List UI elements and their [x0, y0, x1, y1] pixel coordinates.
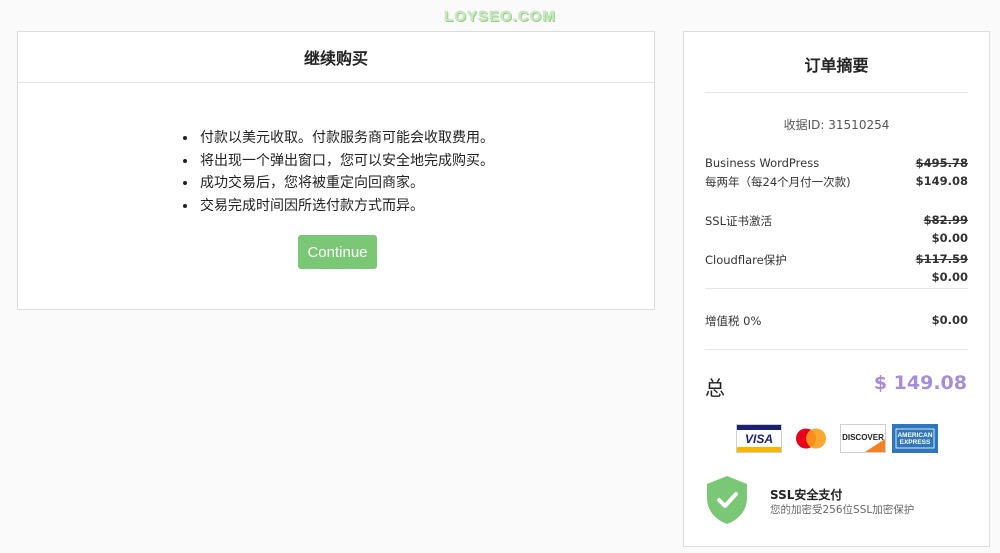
item-price: $0.00: [931, 231, 968, 245]
ssl-description: 您的加密受256位SSL加密保护: [770, 504, 915, 516]
tax-line: 增值税 0% $0.00: [705, 313, 968, 329]
svg-text:AMERICAN: AMERICAN: [897, 432, 932, 439]
item-name: SSL证书激活: [705, 214, 773, 228]
item-price: $0.00: [931, 270, 968, 284]
line-item-name: Business WordPress $495.78: [705, 156, 968, 170]
order-summary-panel: 订单摘要 收据ID: 31510254 Business WordPress $…: [683, 31, 990, 547]
list-item: 付款以美元收取。付款服务商可能会收取费用。: [198, 127, 494, 150]
item-original-price: $82.99: [923, 213, 968, 227]
item-term: 每两年（每24个月付一次款): [705, 175, 851, 189]
divider: [705, 349, 968, 350]
invoice-id: 收据ID: 31510254: [783, 118, 890, 132]
american-express-icon: AMERICAN EXPRESS: [891, 424, 938, 453]
tax-value: $0.00: [931, 313, 968, 327]
summary-title: 订单摘要: [804, 56, 869, 75]
divider: [705, 288, 968, 289]
list-item: 交易完成时间因所选付款方式而异。: [198, 195, 494, 218]
checkout-notes: 付款以美元收取。付款服务商可能会收取费用。 将出现一个弹出窗口，您可以安全地完成…: [18, 127, 654, 217]
item-original-price: $495.78: [915, 156, 968, 170]
discover-card-icon: DISCOVER: [839, 424, 886, 453]
list-item: 成功交易后，您将被重定向回商家。: [198, 172, 494, 195]
watermark: LOYSEO.COM: [444, 8, 556, 25]
list-item: 将出现一个弹出窗口，您可以安全地完成购买。: [198, 150, 494, 173]
line-item-term: 每两年（每24个月付一次款) $149.08: [705, 174, 968, 190]
tax-label: 增值税 0%: [705, 314, 762, 328]
divider: [705, 92, 968, 93]
continue-button[interactable]: Continue: [298, 235, 377, 269]
item-price: $149.08: [915, 174, 968, 188]
ssl-title: SSL安全支付: [770, 488, 843, 502]
item-name: Business WordPress: [705, 156, 820, 170]
line-item-name: SSL证书激活 $82.99: [705, 213, 968, 229]
mastercard-icon: [787, 424, 834, 453]
checkout-title: 继续购买: [18, 32, 654, 83]
ssl-secure-badge: SSL安全支付 您的加密受256位SSL加密保护: [705, 474, 968, 529]
total-label: 总: [705, 376, 725, 400]
shield-check-icon: [707, 476, 747, 524]
checkout-panel: 继续购买 付款以美元收取。付款服务商可能会收取费用。 将出现一个弹出窗口，您可以…: [17, 31, 655, 310]
line-item-name: Cloudflare保护 $117.59: [705, 252, 968, 268]
item-original-price: $117.59: [915, 252, 968, 266]
svg-text:EXPRESS: EXPRESS: [899, 439, 930, 446]
item-name: Cloudflare保护: [705, 253, 787, 267]
visa-card-icon: VISA: [735, 424, 782, 453]
svg-text:DISCOVER: DISCOVER: [842, 433, 884, 442]
notes-list: 付款以美元收取。付款服务商可能会收取费用。 将出现一个弹出窗口，您可以安全地完成…: [178, 127, 494, 217]
payment-methods: VISA DISCOVER AMERICAN EXPRESS: [684, 424, 989, 453]
svg-text:VISA: VISA: [744, 432, 772, 446]
total-value: $ 149.08: [873, 372, 967, 394]
